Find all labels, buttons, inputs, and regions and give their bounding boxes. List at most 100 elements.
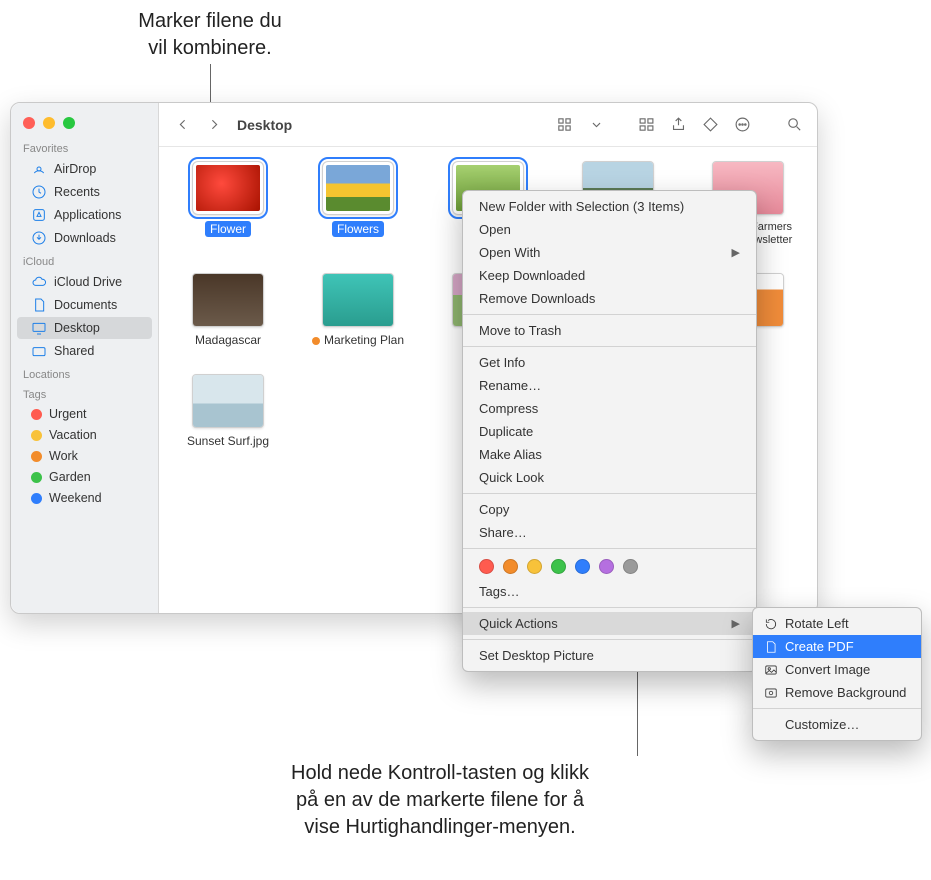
tag-color-green[interactable]: [551, 559, 566, 574]
menu-quick-look[interactable]: Quick Look: [463, 466, 756, 489]
sidebar-item-label: Desktop: [54, 321, 100, 335]
more-button[interactable]: [729, 113, 755, 137]
menu-make-alias[interactable]: Make Alias: [463, 443, 756, 466]
menu-separator: [753, 708, 921, 709]
sidebar-item-label: AirDrop: [54, 162, 96, 176]
remove-bg-icon: [763, 685, 778, 700]
file-item[interactable]: Flowers: [303, 161, 413, 247]
menu-separator: [463, 607, 756, 608]
sidebar-recents[interactable]: Recents: [17, 181, 152, 203]
menu-separator: [463, 493, 756, 494]
shared-icon: [31, 343, 47, 359]
sidebar-item-label: iCloud Drive: [54, 275, 122, 289]
sidebar-tag-garden[interactable]: Garden: [17, 467, 152, 487]
sidebar-item-label: Recents: [54, 185, 100, 199]
back-button[interactable]: [169, 113, 195, 137]
toolbar: Desktop: [159, 103, 817, 147]
file-label: Madagascar: [195, 333, 261, 347]
tag-dot-icon: [31, 409, 42, 420]
zoom-button[interactable]: [63, 117, 75, 129]
tag-color-orange[interactable]: [503, 559, 518, 574]
tag-dot-icon: [31, 451, 42, 462]
menu-open-with[interactable]: Open With▶: [463, 241, 756, 264]
sidebar-item-label: Applications: [54, 208, 121, 222]
menu-new-folder-selection[interactable]: New Folder with Selection (3 Items): [463, 195, 756, 218]
tag-dot-icon: [312, 337, 320, 345]
file-thumbnail: [192, 374, 264, 428]
menu-get-info[interactable]: Get Info: [463, 351, 756, 374]
file-item[interactable]: Marketing Plan: [303, 273, 413, 347]
menu-quick-actions[interactable]: Quick Actions▶: [463, 612, 756, 635]
submenu-remove-background[interactable]: Remove Background: [753, 681, 921, 704]
image-icon: [763, 662, 778, 677]
tag-color-red[interactable]: [479, 559, 494, 574]
menu-open[interactable]: Open: [463, 218, 756, 241]
file-thumbnail: [322, 161, 394, 215]
close-button[interactable]: [23, 117, 35, 129]
airdrop-icon: [31, 161, 47, 177]
file-thumbnail: [322, 273, 394, 327]
sidebar-item-label: Urgent: [49, 407, 87, 421]
menu-move-to-trash[interactable]: Move to Trash: [463, 319, 756, 342]
menu-rename[interactable]: Rename…: [463, 374, 756, 397]
sidebar-documents[interactable]: Documents: [17, 294, 152, 316]
tag-color-yellow[interactable]: [527, 559, 542, 574]
sidebar-header-tags: Tags: [11, 383, 158, 403]
submenu-convert-image[interactable]: Convert Image: [753, 658, 921, 681]
menu-tag-colors: [463, 553, 756, 580]
sidebar-item-label: Weekend: [49, 491, 102, 505]
sidebar-tag-vacation[interactable]: Vacation: [17, 425, 152, 445]
context-menu: New Folder with Selection (3 Items) Open…: [462, 190, 757, 672]
applications-icon: [31, 207, 47, 223]
tag-color-purple[interactable]: [599, 559, 614, 574]
menu-keep-downloaded[interactable]: Keep Downloaded: [463, 264, 756, 287]
sidebar-tag-weekend[interactable]: Weekend: [17, 488, 152, 508]
documents-icon: [31, 297, 47, 313]
quick-actions-submenu: Rotate Left Create PDF Convert Image Rem…: [752, 607, 922, 741]
tags-button[interactable]: [697, 113, 723, 137]
tag-color-blue[interactable]: [575, 559, 590, 574]
recents-icon: [31, 184, 47, 200]
sidebar-header-locations: Locations: [11, 363, 158, 383]
submenu-rotate-left[interactable]: Rotate Left: [753, 612, 921, 635]
view-dropdown-icon[interactable]: [583, 113, 609, 137]
menu-tags[interactable]: Tags…: [463, 580, 756, 603]
file-label: Flowers: [332, 221, 384, 237]
group-button[interactable]: [633, 113, 659, 137]
icloud-icon: [31, 274, 47, 290]
menu-copy[interactable]: Copy: [463, 498, 756, 521]
sidebar-applications[interactable]: Applications: [17, 204, 152, 226]
sidebar-downloads[interactable]: Downloads: [17, 227, 152, 249]
minimize-button[interactable]: [43, 117, 55, 129]
traffic-lights: [11, 109, 158, 137]
menu-compress[interactable]: Compress: [463, 397, 756, 420]
downloads-icon: [31, 230, 47, 246]
sidebar-shared[interactable]: Shared: [17, 340, 152, 362]
menu-remove-downloads[interactable]: Remove Downloads: [463, 287, 756, 310]
sidebar-tag-work[interactable]: Work: [17, 446, 152, 466]
annotation-bottom: Hold nede Kontroll-tasten og klikk på en…: [160, 760, 720, 841]
rotate-icon: [763, 616, 778, 631]
sidebar-airdrop[interactable]: AirDrop: [17, 158, 152, 180]
tag-dot-icon: [31, 493, 42, 504]
share-button[interactable]: [665, 113, 691, 137]
menu-separator: [463, 314, 756, 315]
file-item[interactable]: Flower: [173, 161, 283, 247]
sidebar-tag-urgent[interactable]: Urgent: [17, 404, 152, 424]
sidebar-item-label: Shared: [54, 344, 94, 358]
menu-duplicate[interactable]: Duplicate: [463, 420, 756, 443]
file-item[interactable]: Sunset Surf.jpg: [173, 374, 283, 448]
tag-color-gray[interactable]: [623, 559, 638, 574]
sidebar-icloud-drive[interactable]: iCloud Drive: [17, 271, 152, 293]
menu-share[interactable]: Share…: [463, 521, 756, 544]
desktop-icon: [31, 320, 47, 336]
view-icons-button[interactable]: [551, 113, 577, 137]
forward-button[interactable]: [201, 113, 227, 137]
submenu-create-pdf[interactable]: Create PDF: [753, 635, 921, 658]
menu-set-desktop-picture[interactable]: Set Desktop Picture: [463, 644, 756, 667]
blank-icon: [763, 717, 778, 732]
sidebar-desktop[interactable]: Desktop: [17, 317, 152, 339]
search-button[interactable]: [781, 113, 807, 137]
submenu-customize[interactable]: Customize…: [753, 713, 921, 736]
file-item[interactable]: Madagascar: [173, 273, 283, 347]
